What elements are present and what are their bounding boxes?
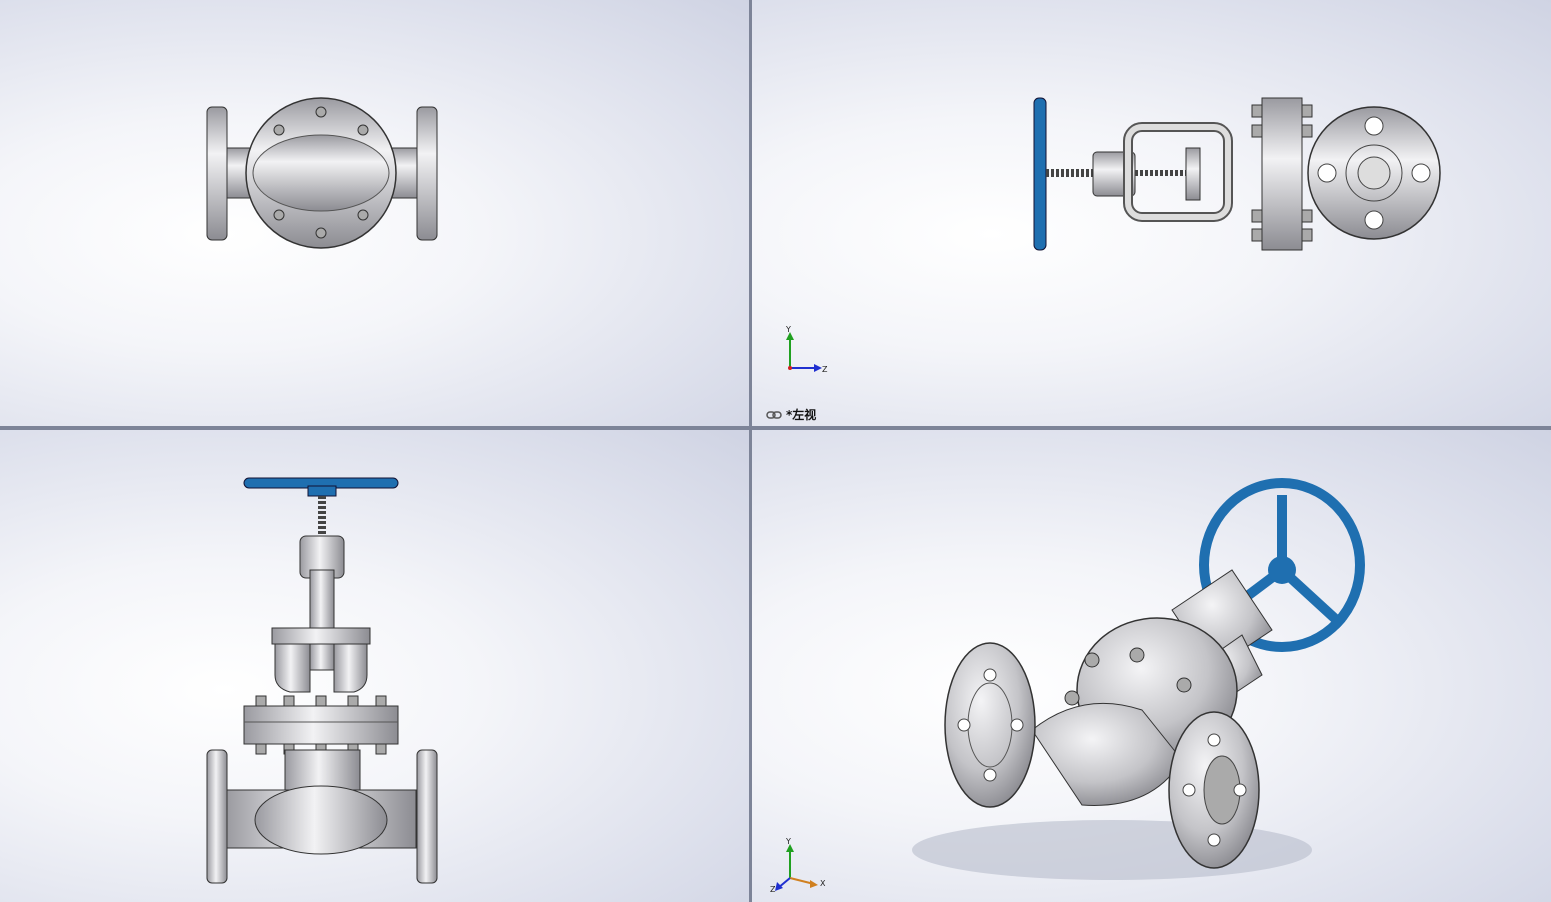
axis-label-y: Y — [785, 837, 791, 846]
valve-model-front-view[interactable] — [0, 430, 749, 902]
axis-label-y: Y — [785, 326, 791, 334]
viewport-splitter-vertical[interactable] — [749, 0, 752, 902]
valve-model-isometric-view[interactable] — [752, 430, 1551, 902]
viewport-front-view[interactable] — [0, 430, 749, 902]
axis-label-x: X — [820, 879, 826, 888]
viewport-splitter-horizontal[interactable] — [0, 426, 1551, 430]
view-orientation-label[interactable]: *左视 — [766, 406, 816, 423]
view-name: *左视 — [786, 408, 817, 422]
link-views-icon[interactable] — [766, 410, 782, 420]
axis-label-z: Z — [822, 365, 828, 374]
viewport-isometric-view[interactable]: Y Z X — [752, 430, 1551, 902]
viewport-top-view[interactable] — [0, 0, 749, 426]
valve-model-left-view[interactable] — [752, 0, 1551, 426]
viewport-left-view[interactable]: Y Z *左视 — [752, 0, 1551, 426]
axis-triad-isometric-view: Y Z X — [770, 837, 826, 894]
axis-triad-left-view: Y Z — [785, 326, 828, 374]
axis-label-z: Z — [770, 885, 776, 894]
valve-model-top-view[interactable] — [0, 0, 749, 426]
